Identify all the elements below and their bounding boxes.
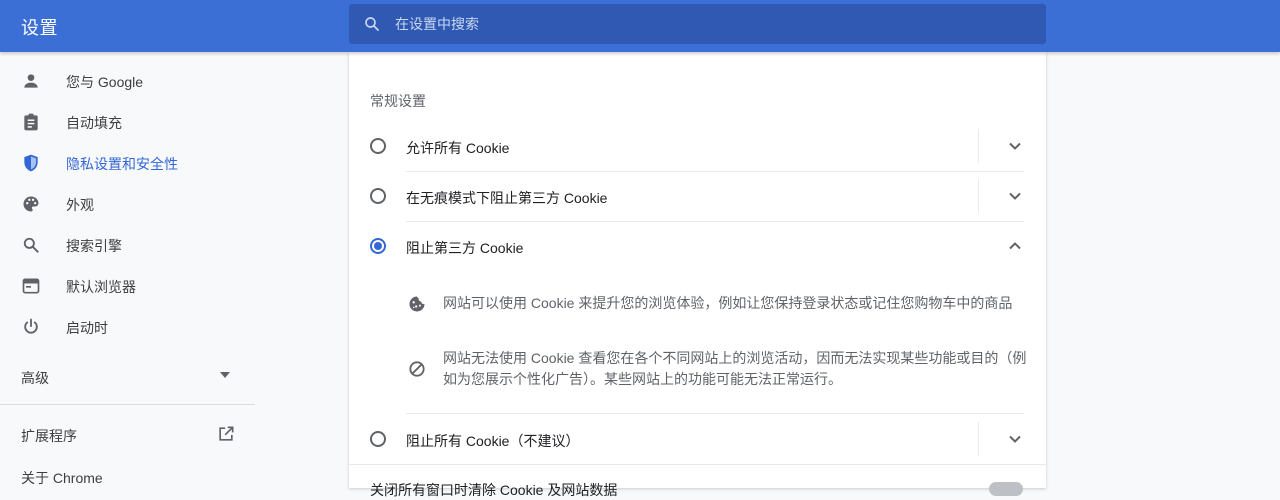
search-input[interactable] xyxy=(395,4,1035,44)
option-label: 阻止第三方 Cookie xyxy=(406,240,524,256)
clear-on-exit-toggle[interactable] xyxy=(989,482,1023,496)
search-box[interactable] xyxy=(349,4,1046,44)
row-divider xyxy=(978,422,979,456)
power-icon xyxy=(24,318,38,334)
sidebar-item-label: 您与 Google xyxy=(66,74,144,90)
chevron-up-icon[interactable] xyxy=(1008,240,1022,252)
cookie-option-block-third-party[interactable]: 阻止第三方 Cookie xyxy=(349,221,1046,271)
person-icon xyxy=(24,74,38,88)
row-divider xyxy=(978,179,979,213)
search-icon xyxy=(365,17,379,31)
sidebar-item-appearance[interactable]: 外观 xyxy=(0,184,255,224)
sidebar-item-label: 自动填充 xyxy=(66,115,122,131)
radio-button[interactable] xyxy=(370,138,386,154)
radio-button[interactable] xyxy=(370,431,386,447)
sidebar-item-autofill[interactable]: 自动填充 xyxy=(0,102,255,142)
sidebar-item-label: 启动时 xyxy=(66,320,108,336)
about-label: 关于 Chrome xyxy=(21,470,103,486)
advanced-toggle[interactable]: 高级 xyxy=(0,355,255,395)
sidebar: 您与 Google 自动填充 隐私设置和安全性 外观 搜索引擎 默认浏览器 启动… xyxy=(0,52,255,488)
sidebar-item-privacy-security[interactable]: 隐私设置和安全性 xyxy=(0,143,255,183)
extensions-label: 扩展程序 xyxy=(21,428,77,444)
cookie-icon xyxy=(409,296,425,312)
open-in-new-icon xyxy=(219,426,234,441)
radio-button[interactable] xyxy=(370,188,386,204)
sidebar-divider xyxy=(0,404,255,405)
sidebar-item-label: 搜索引擎 xyxy=(66,238,122,254)
sidebar-item-label: 隐私设置和安全性 xyxy=(66,156,178,172)
advanced-label: 高级 xyxy=(21,370,49,386)
cookie-option-block-all[interactable]: 阻止所有 Cookie（不建议） xyxy=(349,414,1046,464)
sidebar-item-label: 默认浏览器 xyxy=(66,279,136,295)
sidebar-item-search-engine[interactable]: 搜索引擎 xyxy=(0,225,255,265)
search-icon xyxy=(23,237,39,253)
sidebar-item-label: 外观 xyxy=(66,197,94,213)
chevron-down-icon[interactable] xyxy=(1008,433,1022,445)
option-label: 允许所有 Cookie xyxy=(406,140,510,156)
sidebar-item-on-startup[interactable]: 启动时 xyxy=(0,307,255,347)
section-title: 常规设置 xyxy=(370,93,426,109)
cookie-option-allow-all[interactable]: 允许所有 Cookie xyxy=(349,121,1046,171)
option-label: 在无痕模式下阻止第三方 Cookie xyxy=(406,190,608,206)
row-divider xyxy=(978,129,979,163)
header-bar: 设置 xyxy=(0,0,1280,52)
sidebar-item-you-and-google[interactable]: 您与 Google xyxy=(0,61,255,101)
app-title: 设置 xyxy=(21,18,58,38)
chevron-down-icon[interactable] xyxy=(1008,190,1022,202)
cookie-option-block-third-party-incognito[interactable]: 在无痕模式下阻止第三方 Cookie xyxy=(349,171,1046,221)
section-separator xyxy=(349,464,1046,465)
detail-text: 网站无法使用 Cookie 查看您在各个不同网站上的浏览活动，因而无法实现某些功… xyxy=(443,350,1027,387)
block-icon xyxy=(409,361,425,377)
radio-button-selected[interactable] xyxy=(370,238,386,254)
sidebar-item-default-browser[interactable]: 默认浏览器 xyxy=(0,266,255,306)
about-chrome-link[interactable]: 关于 Chrome xyxy=(0,456,255,492)
shield-icon xyxy=(24,154,38,172)
option-label: 阻止所有 Cookie（不建议） xyxy=(406,433,580,449)
caret-down-icon xyxy=(220,372,230,378)
clipboard-icon xyxy=(24,113,38,131)
chevron-down-icon[interactable] xyxy=(1008,140,1022,152)
extensions-link[interactable]: 扩展程序 xyxy=(0,415,255,451)
browser-icon xyxy=(22,278,40,294)
clear-on-exit-label: 关闭所有窗口时清除 Cookie 及网站数据 xyxy=(370,482,618,498)
cookie-settings-card: 常规设置 允许所有 Cookie 在无痕模式下阻止第三方 Cookie 阻止第三… xyxy=(349,52,1046,498)
palette-icon xyxy=(23,196,39,212)
detail-text: 网站可以使用 Cookie 来提升您的浏览体验，例如让您保持登录状态或记住您购物… xyxy=(443,295,1013,311)
